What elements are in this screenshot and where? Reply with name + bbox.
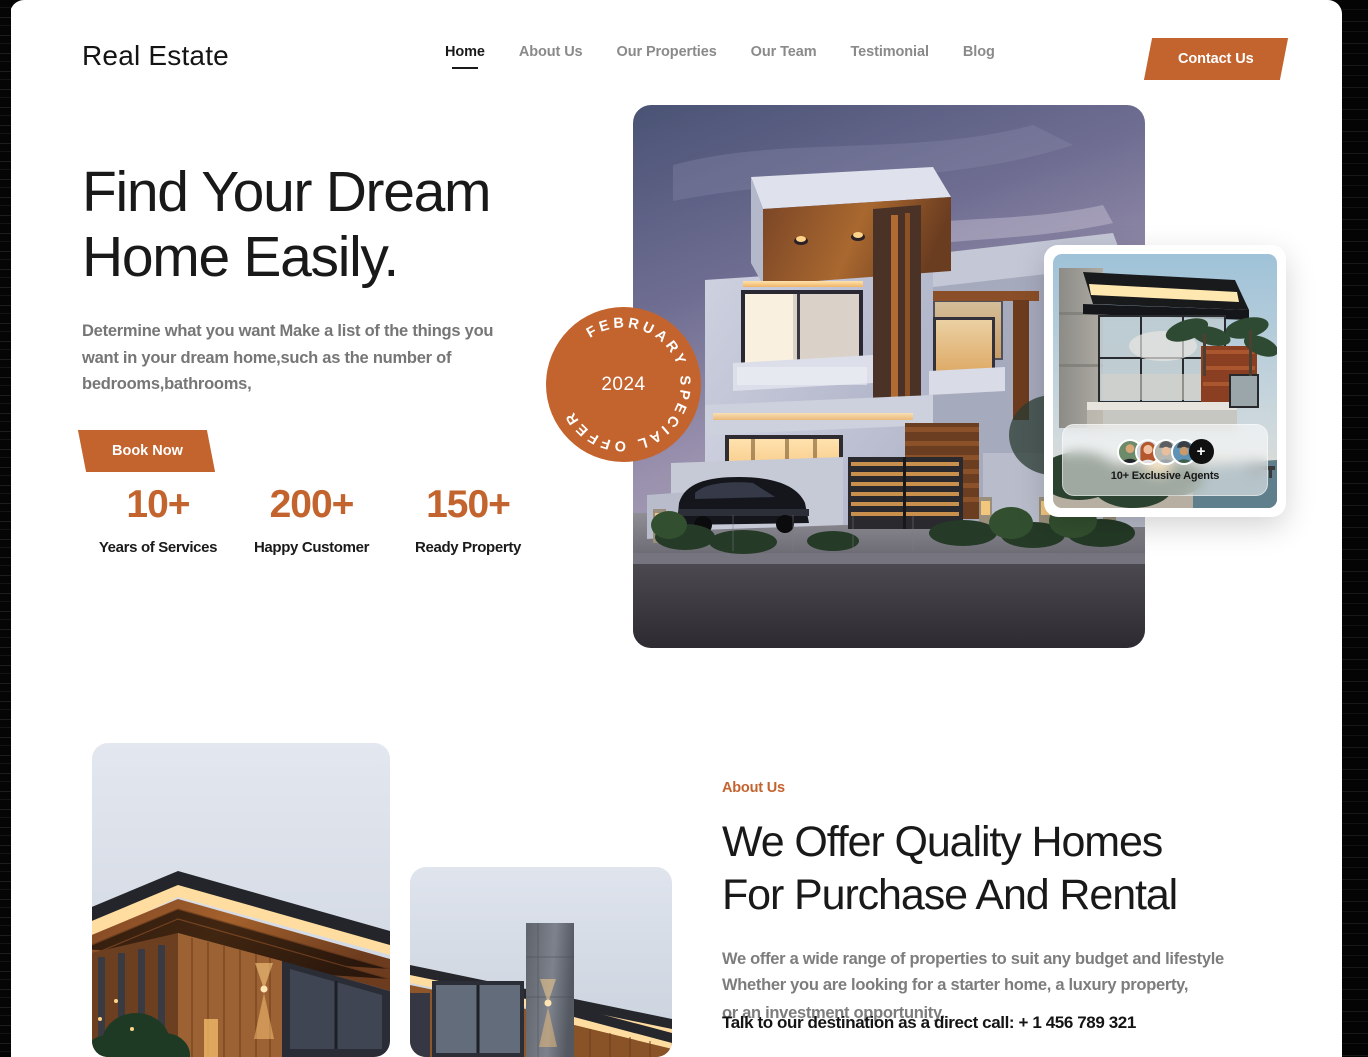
roof-detail-illustration-1 [92, 743, 390, 1057]
agents-count-label: 10+ Exclusive Agents [1110, 469, 1220, 482]
hero-title: Find Your Dream Home Easily. [82, 160, 602, 290]
stat-label: Happy Customer [253, 539, 370, 556]
agents-card-image: + 10+ Exclusive Agents [1053, 254, 1277, 508]
nav-item-blog[interactable]: Blog [946, 44, 1012, 60]
about-title-line2: For Purchase And Rental [722, 870, 1178, 919]
main-navigation: Home About Us Our Properties Our Team Te… [428, 44, 1012, 60]
contact-us-button[interactable]: Contact Us [1144, 38, 1289, 80]
contact-us-label: Contact Us [1178, 51, 1254, 67]
stat-ready-property: 150+ Ready Property [389, 485, 547, 556]
hero-stats: 10+ Years of Services 200+ Happy Custome… [82, 485, 547, 556]
nav-item-about-us[interactable]: About Us [502, 44, 600, 60]
desktop-edge-right [1342, 0, 1368, 1057]
about-text-block: About Us We Offer Quality Homes For Purc… [722, 780, 1282, 1033]
exclusive-agents-card[interactable]: + 10+ Exclusive Agents [1044, 245, 1286, 517]
nav-item-home[interactable]: Home [428, 44, 502, 60]
nav-item-our-properties[interactable]: Our Properties [600, 44, 734, 60]
about-title: We Offer Quality Homes For Purchase And … [722, 816, 1282, 922]
site-logo[interactable]: Real Estate [82, 40, 229, 72]
about-call-to-action: Talk to our destination as a direct call… [722, 1012, 1136, 1032]
stat-value: 200+ [269, 483, 355, 526]
add-agent-button[interactable]: + [1188, 439, 1214, 464]
about-image-primary [92, 743, 390, 1057]
site-header: Real Estate Home About Us Our Properties… [10, 0, 1342, 110]
about-image-secondary [410, 867, 672, 1057]
agent-avatars: + [1116, 438, 1214, 465]
book-now-button[interactable]: Book Now [77, 430, 215, 473]
hero-subtitle: Determine what you want Make a list of t… [82, 321, 494, 394]
about-title-line1: We Offer Quality Homes [722, 818, 1163, 866]
screen: Real Estate Home About Us Our Properties… [0, 0, 1368, 1057]
agents-overlay: + 10+ Exclusive Agents [1062, 424, 1268, 496]
roof-detail-illustration-2 [410, 867, 672, 1057]
hero-title-line2: Home Easily. [82, 224, 399, 289]
stat-years-of-services: 10+ Years of Services [82, 485, 234, 556]
about-paragraph: We offer a wide range of properties to s… [722, 949, 1224, 995]
stat-label: Years of Services [98, 539, 218, 556]
stat-label: Ready Property [415, 539, 521, 556]
hero-text-block: Find Your Dream Home Easily. Determine w… [77, 160, 602, 473]
nav-item-our-team[interactable]: Our Team [734, 44, 834, 60]
special-offer-badge: FEBRUARY SPECIAL OFFER 2024 [546, 307, 701, 462]
nav-item-testimonial[interactable]: Testimonial [833, 44, 945, 60]
desktop-edge-left [0, 0, 11, 1057]
badge-year: 2024 [601, 373, 646, 395]
stat-value: 150+ [426, 483, 511, 526]
page-content: Real Estate Home About Us Our Properties… [10, 0, 1342, 1057]
hero-title-line1: Find Your Dream [82, 160, 492, 224]
book-now-label: Book Now [112, 443, 183, 460]
stat-value: 10+ [126, 483, 190, 526]
about-eyebrow: About Us [722, 780, 785, 796]
stat-happy-customer: 200+ Happy Customer [234, 485, 389, 556]
